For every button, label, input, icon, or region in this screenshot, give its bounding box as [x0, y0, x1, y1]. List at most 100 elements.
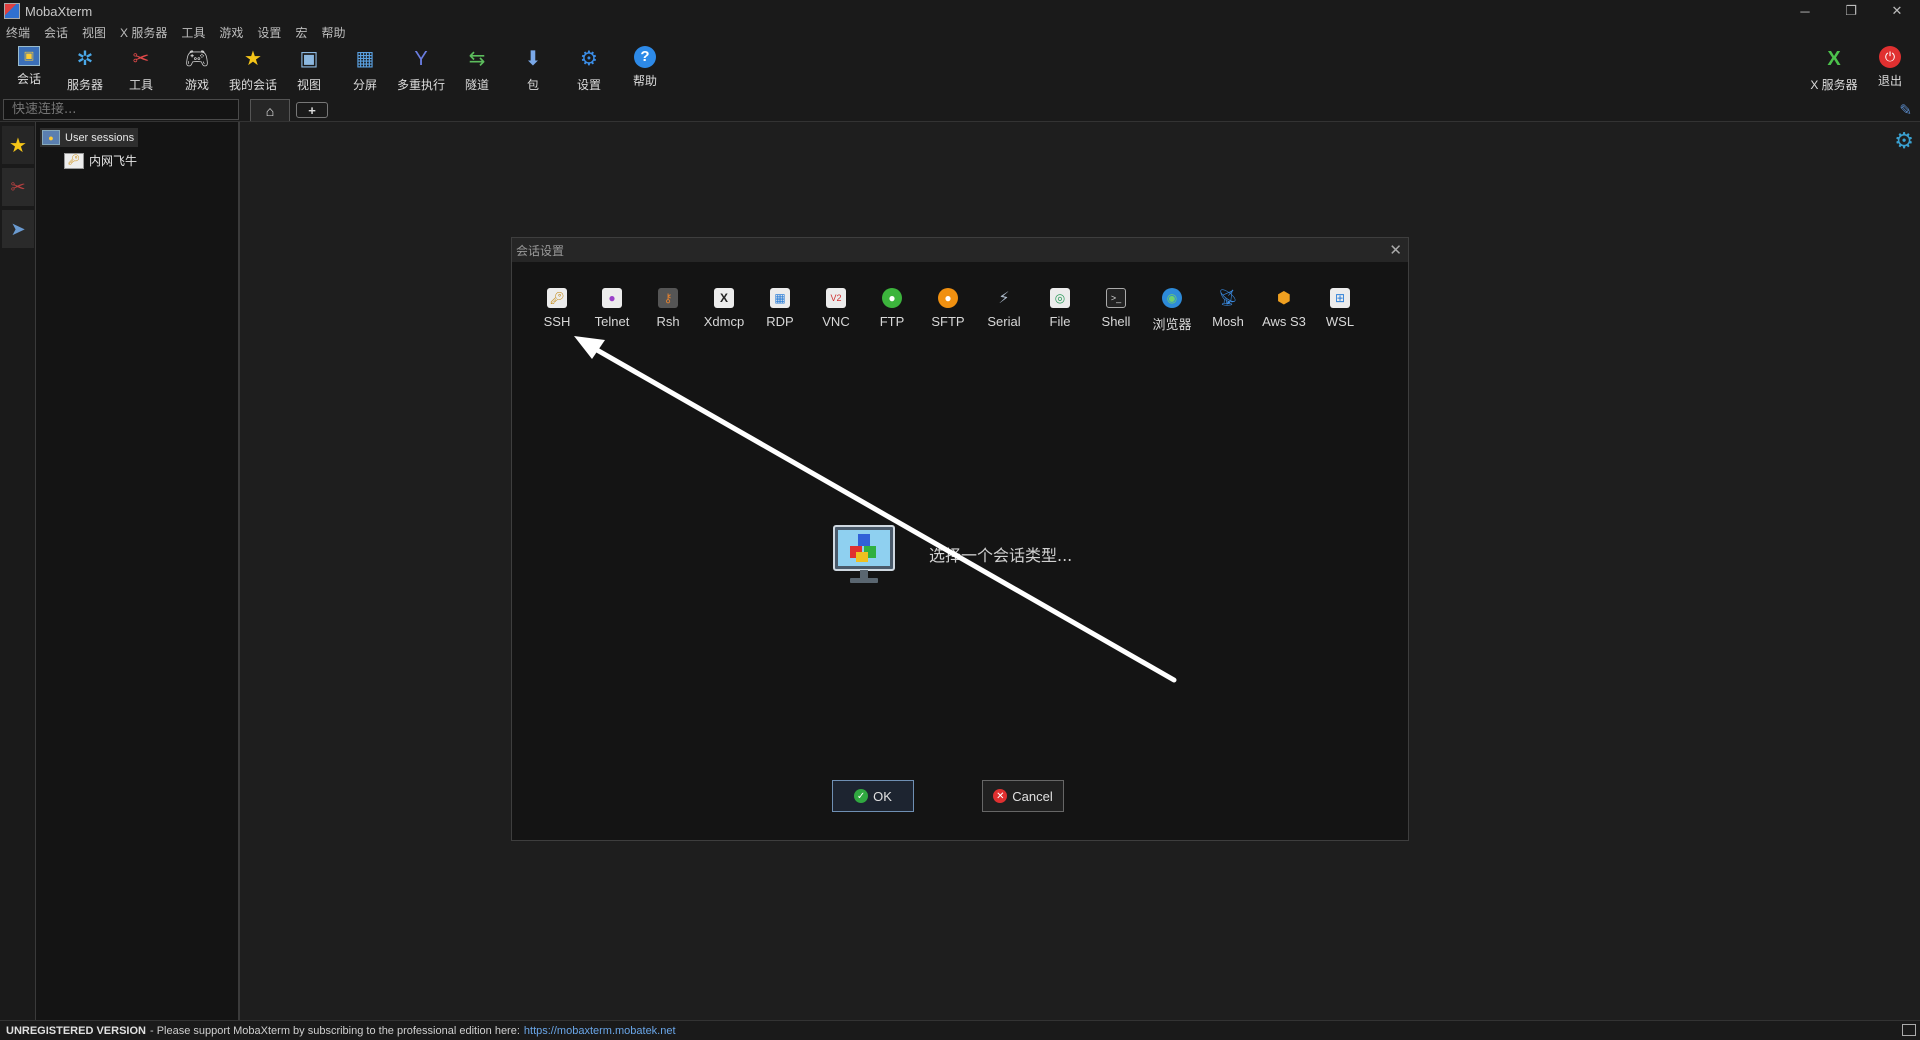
sidebar-tabs: ★ ✂ ➤ [0, 122, 36, 1020]
serial-icon: ⚡︎ [998, 290, 1010, 307]
vnc-icon: V2 [826, 288, 846, 308]
my-sessions-button[interactable]: ★ 我的会话 [225, 46, 281, 96]
session-type-ssh[interactable]: 🔑︎ SSH [529, 288, 585, 329]
minimize-button[interactable]: ─ [1782, 0, 1828, 22]
globe-icon: ◉ [1162, 288, 1182, 308]
send-icon: ➤ [10, 218, 26, 239]
servers-button[interactable]: ✲ 服务器 [57, 46, 113, 96]
close-window-button[interactable]: ✕ [1874, 0, 1920, 22]
pro-edition-link[interactable]: https://mobaxterm.mobatek.net [524, 1025, 676, 1037]
ok-button[interactable]: ✓ OK [832, 780, 914, 812]
ssh-key-icon: 🔑︎ [64, 152, 84, 169]
session-type-sftp[interactable]: ● SFTP [920, 288, 976, 329]
multiexec-icon: Y [414, 48, 428, 70]
session-type-file[interactable]: ◎ File [1032, 288, 1088, 329]
session-tree-panel: ● User sessions 🔑︎ 内网飞牛 [36, 122, 240, 1020]
games-button[interactable]: 🎮︎ 游戏 [169, 46, 225, 96]
monitor-cubes-icon [833, 525, 895, 583]
aws-s3-icon: ⬢ [1277, 290, 1291, 307]
title-bar: MobaXterm ─ ❐ ✕ [0, 0, 1920, 22]
tunnel-button[interactable]: ⇆ 隧道 [449, 46, 505, 96]
sftp-icon: ● [938, 288, 958, 308]
packages-button[interactable]: ⬇ 包 [505, 46, 561, 96]
menu-bar: 终端 会话 视图 X 服务器 工具 游戏 设置 宏 帮助 [0, 22, 1920, 42]
tools-icon: ✂ [132, 48, 150, 70]
tab-bar: ⌂ + ✎ [0, 98, 1920, 122]
games-icon: 🎮︎ [184, 48, 210, 70]
sidebar-tab-sftp[interactable]: ➤ [2, 210, 34, 248]
windows-icon: ⊞ [1330, 288, 1350, 308]
status-bar: UNREGISTERED VERSION - Please support Mo… [0, 1020, 1920, 1040]
menu-sessions[interactable]: 会话 [44, 24, 68, 41]
tools-icon: ✂ [10, 176, 26, 197]
star-icon: ★ [244, 48, 262, 70]
settings-icon: ⚙ [580, 48, 598, 70]
menu-view[interactable]: 视图 [82, 24, 106, 41]
session-type-telnet[interactable]: ● Telnet [584, 288, 640, 329]
session-button[interactable]: ▣ 会话 [1, 46, 57, 96]
paperclip-icon[interactable]: ✎ [1899, 101, 1912, 119]
session-type-shell[interactable]: >_ Shell [1088, 288, 1144, 329]
split-icon: ▦ [355, 48, 375, 70]
menu-help[interactable]: 帮助 [321, 24, 345, 41]
settings-button[interactable]: ⚙ 设置 [561, 46, 617, 96]
session-type-rsh[interactable]: ⚷ Rsh [640, 288, 696, 329]
main-toolbar: ▣ 会话 ✲ 服务器 ✂ 工具 🎮︎ 游戏 ★ 我的会话 ▣ 视图 ▦ 分屏 Y… [0, 42, 1920, 98]
menu-tools[interactable]: 工具 [181, 24, 205, 41]
help-button[interactable]: ? 帮助 [617, 46, 673, 96]
menu-macros[interactable]: 宏 [295, 24, 307, 41]
session-settings-dialog: 会话设置 ✕ 🔑︎ SSH ● Telnet ⚷ Rsh X Xdmcp ▦ R… [511, 237, 1409, 841]
cancel-button[interactable]: ✕ Cancel [982, 780, 1064, 812]
xdmcp-icon: X [714, 288, 734, 308]
tree-node-session[interactable]: 🔑︎ 内网飞牛 [64, 152, 137, 169]
status-message: - Please support MobaXterm by subscribin… [149, 1024, 520, 1037]
tab-home[interactable]: ⌂ [250, 99, 290, 121]
session-type-serial[interactable]: ⚡︎ Serial [976, 288, 1032, 329]
session-icon: ▣ [18, 46, 40, 66]
restore-button[interactable]: ❐ [1828, 0, 1874, 22]
dialog-close-button[interactable]: ✕ [1389, 241, 1402, 259]
multiexec-button[interactable]: Y 多重执行 [393, 46, 449, 96]
telnet-icon: ● [602, 288, 622, 308]
menu-settings[interactable]: 设置 [257, 24, 281, 41]
tools-button[interactable]: ✂ 工具 [113, 46, 169, 96]
star-icon: ★ [9, 134, 27, 157]
session-type-browser[interactable]: ◉ 浏览器 [1144, 288, 1200, 333]
view-button[interactable]: ▣ 视图 [281, 46, 337, 96]
menu-games[interactable]: 游戏 [219, 24, 243, 41]
power-icon: ⏻ [1879, 46, 1901, 68]
shell-icon: >_ [1106, 288, 1126, 308]
file-icon: ◎ [1050, 288, 1070, 308]
session-type-wsl[interactable]: ⊞ WSL [1312, 288, 1368, 329]
gear-icon[interactable]: ⚙ [1894, 128, 1914, 154]
session-type-rdp[interactable]: ▦ RDP [752, 288, 808, 329]
session-type-aws-s3[interactable]: ⬢ Aws S3 [1256, 288, 1312, 329]
home-icon: ⌂ [265, 102, 275, 119]
new-tab-button[interactable]: + [296, 102, 328, 118]
plus-icon: + [308, 102, 316, 118]
session-type-ftp[interactable]: ● FTP [864, 288, 920, 329]
session-type-mosh[interactable]: 📡︎ Mosh [1200, 288, 1256, 329]
session-type-vnc[interactable]: V2 VNC [808, 288, 864, 329]
window-mode-icon[interactable] [1902, 1024, 1916, 1036]
mosh-icon: 📡︎ [1217, 290, 1239, 307]
tree-node-user-sessions[interactable]: ● User sessions [40, 128, 139, 147]
unregistered-label: UNREGISTERED VERSION [6, 1024, 146, 1037]
split-button[interactable]: ▦ 分屏 [337, 46, 393, 96]
sidebar-tab-tools[interactable]: ✂ [2, 168, 34, 206]
app-logo-icon [4, 3, 20, 19]
packages-icon: ⬇ [524, 48, 542, 70]
help-icon: ? [634, 46, 656, 68]
ftp-icon: ● [882, 288, 902, 308]
view-icon: ▣ [299, 48, 319, 70]
xserver-button[interactable]: X X 服务器 [1806, 46, 1862, 96]
session-type-xdmcp[interactable]: X Xdmcp [696, 288, 752, 329]
menu-xserver[interactable]: X 服务器 [120, 24, 167, 41]
tunnel-icon: ⇆ [468, 48, 486, 70]
sidebar-tab-sessions[interactable]: ★ [2, 126, 34, 164]
menu-terminal[interactable]: 终端 [6, 24, 30, 41]
exit-button[interactable]: ⏻ 退出 [1862, 46, 1918, 96]
cancel-icon: ✕ [993, 789, 1008, 803]
window-title: MobaXterm [25, 3, 93, 19]
quick-connect-input[interactable] [3, 99, 239, 120]
